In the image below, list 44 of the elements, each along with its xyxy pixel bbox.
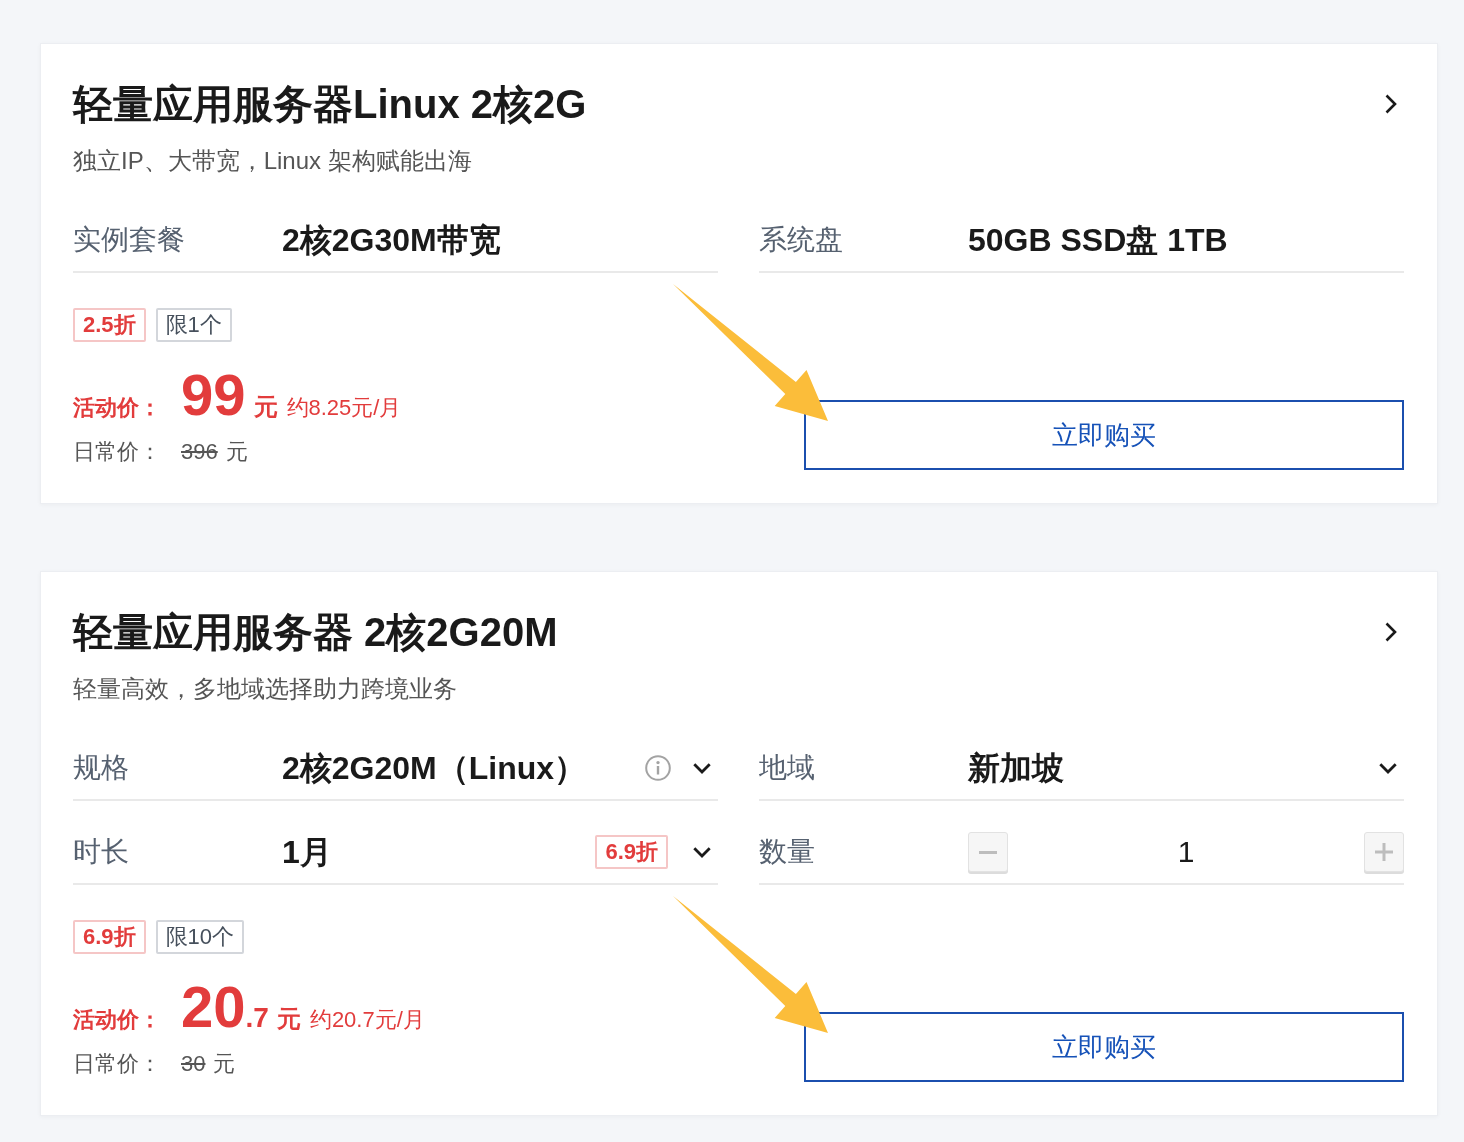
field-label: 规格	[73, 751, 130, 785]
field-label: 系统盘	[759, 223, 844, 257]
regular-price-label: 日常价：	[73, 438, 161, 466]
field-value: 1月	[282, 833, 332, 871]
monthly-price: 约8.25元/月	[286, 397, 402, 419]
discount-tag: 2.5折	[73, 308, 146, 342]
plus-icon	[1375, 843, 1393, 861]
promo-price-amount: 20.7	[181, 978, 269, 1036]
discount-tag: 6.9折	[73, 920, 146, 954]
card-subtitle: 轻量高效，多地域选择助力跨境业务	[73, 674, 458, 704]
field-value: 2核2G20M（Linux）	[282, 749, 587, 787]
minus-icon	[979, 850, 997, 854]
chevron-right-icon[interactable]	[1385, 94, 1397, 114]
currency-unit: 元	[225, 438, 248, 466]
buy-now-button[interactable]: 立即购买	[804, 1012, 1404, 1082]
field-label: 时长	[73, 835, 130, 869]
field-label: 数量	[759, 835, 816, 869]
chevron-down-icon[interactable]	[693, 846, 711, 858]
limit-tag: 限10个	[155, 920, 245, 954]
card-subtitle: 独立IP、大带宽，Linux 架构赋能出海	[73, 146, 473, 176]
card-title: 轻量应用服务器Linux 2核2G	[73, 81, 587, 128]
chevron-right-icon[interactable]	[1385, 622, 1397, 642]
field-value: 50GB SSD盘 1TB	[968, 221, 1228, 259]
currency-unit: 元	[276, 1007, 301, 1031]
regular-price-amount: 396	[181, 438, 218, 466]
limit-tag: 限1个	[155, 308, 232, 342]
chevron-down-icon[interactable]	[693, 762, 711, 774]
regular-price-amount: 30	[181, 1050, 206, 1078]
monthly-price: 约20.7元/月	[309, 1009, 425, 1031]
field-value: 2核2G30M带宽	[282, 221, 501, 259]
currency-unit: 元	[253, 395, 278, 419]
chevron-down-icon[interactable]	[1379, 762, 1397, 774]
field-value: 新加坡	[968, 749, 1064, 787]
currency-unit: 元	[213, 1050, 236, 1078]
card-title: 轻量应用服务器 2核2G20M	[73, 609, 558, 656]
field-label: 实例套餐	[73, 223, 186, 257]
regular-price-label: 日常价：	[73, 1050, 161, 1078]
promo-price-label: 活动价：	[73, 397, 161, 419]
buy-now-button[interactable]: 立即购买	[804, 400, 1404, 470]
field-label: 地域	[759, 751, 816, 785]
discount-badge: 6.9折	[595, 835, 668, 869]
promo-price-amount: 99	[181, 366, 246, 424]
promo-price-label: 活动价：	[73, 1009, 161, 1031]
quantity-value: 1	[1176, 834, 1196, 870]
